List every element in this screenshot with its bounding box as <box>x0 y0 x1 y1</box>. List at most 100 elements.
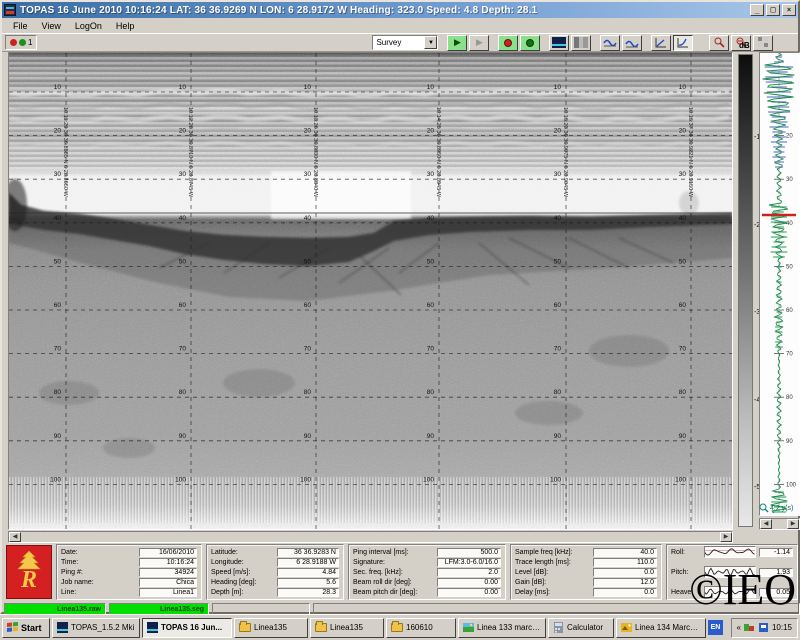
trace-panel[interactable]: 2030405060708090100 <box>759 52 800 516</box>
window-title: TOPAS 16 June 2010 10:16:24 LAT: 36 36.9… <box>20 5 537 16</box>
chevron-down-icon[interactable]: ▼ <box>424 36 437 49</box>
task-image-linea134[interactable]: Linea 134 Marca 69... <box>616 618 706 638</box>
pan-icon <box>758 37 769 48</box>
task-folder-linea135-2[interactable]: Linea135 <box>310 618 384 638</box>
tray-clock: 10:15 <box>772 623 792 632</box>
plot-axes-button[interactable] <box>651 35 671 51</box>
grid-time-label: 80 <box>304 389 312 396</box>
field-value: 0.0 <box>593 588 657 597</box>
calculator-icon <box>553 622 564 633</box>
grid-time-label: 30 <box>679 171 687 178</box>
system-tray: « 10:15 <box>731 618 798 638</box>
title-bar: TOPAS 16 June 2010 10:16:24 LAT: 36 36.9… <box>2 2 798 18</box>
field-label: Time: <box>61 559 139 566</box>
tray-network-icon[interactable] <box>744 622 755 633</box>
echogram-canvas[interactable]: 10203040506070809010010:11:29 36 36.8585… <box>8 52 733 530</box>
mode-selected-value: Survey <box>376 38 401 47</box>
close-button[interactable]: × <box>782 4 796 16</box>
field-label: Trace length [ms]: <box>515 559 593 566</box>
grid-time-label: 40 <box>554 215 562 222</box>
trace-tick-label: 60 <box>786 308 793 314</box>
field-value: 40.0 <box>593 548 657 557</box>
record-button[interactable] <box>498 35 518 51</box>
field-value: 12.0 <box>593 578 657 587</box>
axes-icon <box>677 37 689 48</box>
db-label: dB <box>739 41 750 50</box>
play-button[interactable]: ▶ <box>447 35 467 51</box>
grid-time-label: 100 <box>300 476 311 483</box>
field-label: Sec. freq. [kHz]: <box>353 569 437 576</box>
trace-wave-button[interactable] <box>600 35 620 51</box>
image-file-icon <box>463 622 474 633</box>
menu-file[interactable]: File <box>6 20 35 32</box>
field-value: 16/06/2010 <box>139 548 197 557</box>
log-button[interactable] <box>520 35 540 51</box>
field-value: 4.84 <box>277 568 339 577</box>
roll-sparkline <box>704 546 756 558</box>
echogram-view-button[interactable] <box>549 35 569 51</box>
panel-transmit: Ping interval [ms]:500.0Signature:LFM:3.… <box>348 544 506 600</box>
task-image-linea133[interactable]: Linea 133 marca 67... <box>458 618 546 638</box>
echogram-grid: 10203040506070809010010:11:29 36 36.8585… <box>9 53 732 530</box>
menu-logon[interactable]: LogOn <box>68 20 109 32</box>
grid-time-label: 30 <box>427 171 435 178</box>
step-button[interactable]: ▶ <box>469 35 489 51</box>
menu-view[interactable]: View <box>35 20 68 32</box>
plot-axes-active-button[interactable] <box>673 35 693 51</box>
menu-help[interactable]: Help <box>109 20 142 32</box>
field-value: 0.00 <box>437 578 501 587</box>
axes-icon <box>655 37 667 48</box>
task-folder-linea135[interactable]: Linea135 <box>234 618 308 638</box>
field-value: 0.0 <box>593 568 657 577</box>
field-label: Delay [ms]: <box>515 589 593 596</box>
task-label: 160610 <box>406 623 433 632</box>
tray-chevron[interactable]: « <box>737 623 741 632</box>
toolbar: 1 Survey ▼ ▶ ▶ <box>2 33 798 52</box>
grid-time-label: 60 <box>554 302 562 309</box>
grid-time-label: 30 <box>179 171 187 178</box>
start-button[interactable]: Start <box>2 618 50 638</box>
task-label: TOPAS_1.5.2 Mki <box>71 623 134 632</box>
zoom-in-button[interactable] <box>709 35 729 51</box>
grid-time-label: 70 <box>179 346 187 353</box>
grid-time-label: 90 <box>679 433 687 440</box>
grid-time-label: 70 <box>427 346 435 353</box>
grid-time-label: 80 <box>427 389 435 396</box>
scroll-left-icon[interactable]: ◀ <box>9 532 21 542</box>
task-topas-active[interactable]: TOPAS 16 Jun... <box>142 618 232 638</box>
language-indicator[interactable]: EN <box>708 620 723 635</box>
grid-time-label: 60 <box>427 302 435 309</box>
trace-tick-label: 90 <box>786 439 793 445</box>
grid-time-label: 50 <box>54 258 62 265</box>
grid-time-label: 20 <box>179 128 187 135</box>
grid-time-label: 40 <box>179 215 187 222</box>
task-folder-160610[interactable]: 160610 <box>386 618 456 638</box>
pan-button[interactable] <box>753 35 773 51</box>
grid-time-label: 20 <box>304 128 312 135</box>
grid-time-label: 90 <box>54 433 62 440</box>
roll-label: Roll: <box>671 549 704 556</box>
field-label: Ping interval [ms]: <box>353 549 437 556</box>
field-value: 5.6 <box>277 578 339 587</box>
maximize-button[interactable]: □ <box>766 4 780 16</box>
trace-hscrollbar[interactable]: ◀ ▶ <box>759 518 800 530</box>
minimize-button[interactable]: _ <box>750 4 764 16</box>
task-topas-app[interactable]: TOPAS_1.5.2 Mki <box>52 618 140 638</box>
task-calculator[interactable]: Calculator <box>548 618 614 638</box>
ping-annotation: 10:12:28 36 36.8710 N 6 28.8745 W <box>187 107 193 198</box>
grayscale-view-button[interactable] <box>571 35 591 51</box>
mode-select[interactable]: Survey ▼ <box>372 35 438 50</box>
grid-time-label: 20 <box>679 128 687 135</box>
scroll-left-icon[interactable]: ◀ <box>760 519 772 529</box>
ping-annotation: 10:14:25 36 36.8950 N 6 28.8945 W <box>435 107 441 198</box>
trace-wave-alt-button[interactable] <box>622 35 642 51</box>
db-colorbar <box>738 54 753 527</box>
scroll-right-icon[interactable]: ▶ <box>720 532 732 542</box>
ping-annotation: 10:11:29 36 36.8585 N 6 28.8650 W <box>62 107 68 197</box>
tray-app-icon[interactable] <box>758 622 769 633</box>
scroll-right-icon[interactable]: ▶ <box>787 519 799 529</box>
ieo-logo: R <box>6 545 52 599</box>
start-label: Start <box>21 623 42 633</box>
grid-time-label: 40 <box>679 215 687 222</box>
field-value: 110.0 <box>593 558 657 567</box>
